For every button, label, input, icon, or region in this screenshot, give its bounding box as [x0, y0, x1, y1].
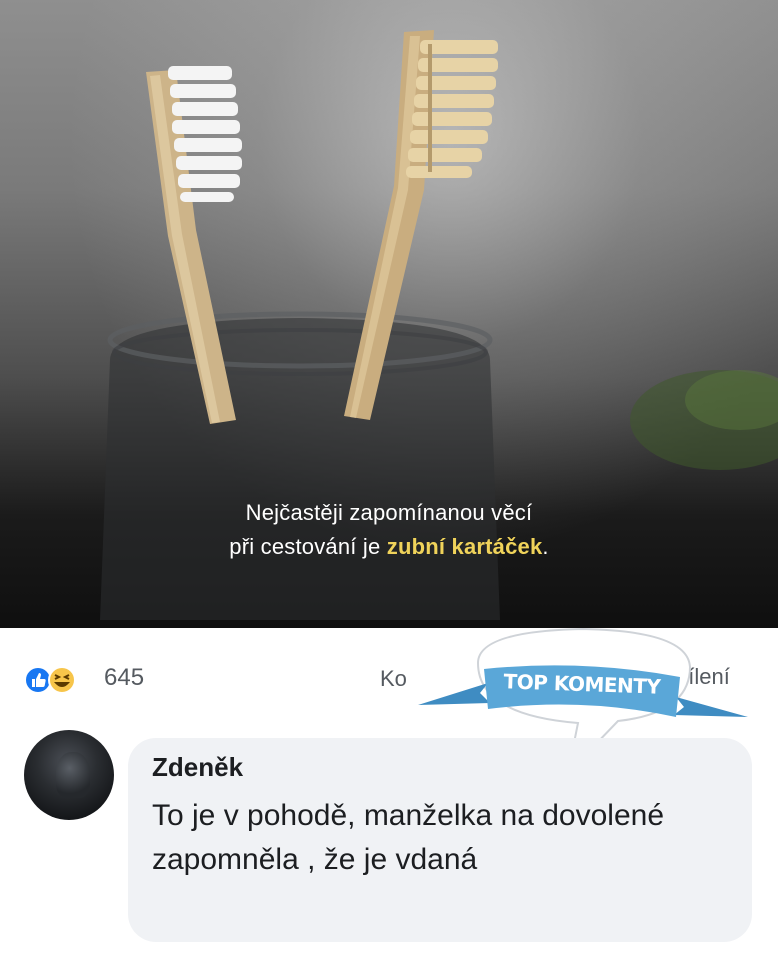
haha-icon — [48, 666, 76, 694]
comments-link[interactable]: Ko — [380, 666, 407, 692]
caption-line-2: při cestování je zubní kartáček. — [0, 530, 778, 564]
comment-author[interactable]: Zdeněk — [152, 752, 243, 783]
like-icon — [24, 666, 52, 694]
caption-highlight: zubní kartáček — [386, 534, 543, 559]
comment-text: To je v pohodě, manželka na dovolené zap… — [152, 799, 665, 876]
avatar[interactable] — [24, 730, 114, 820]
caption-line-2-end: . — [542, 534, 549, 559]
post-photo[interactable]: Nejčastěji zapomínanou věcí při cestován… — [0, 0, 778, 628]
ribbon-tail-right — [674, 697, 748, 717]
reaction-count[interactable]: 645 — [104, 664, 144, 692]
caption-line-1: Nejčastěji zapomínanou věcí — [245, 500, 533, 525]
ribbon-tail-left — [418, 683, 490, 705]
reaction-icons[interactable] — [24, 666, 100, 694]
caption-line-2-text: při cestování je — [229, 534, 387, 559]
avatar-figure — [56, 752, 90, 798]
image-caption: Nejčastěji zapomínanou věcí při cestován… — [0, 496, 778, 564]
